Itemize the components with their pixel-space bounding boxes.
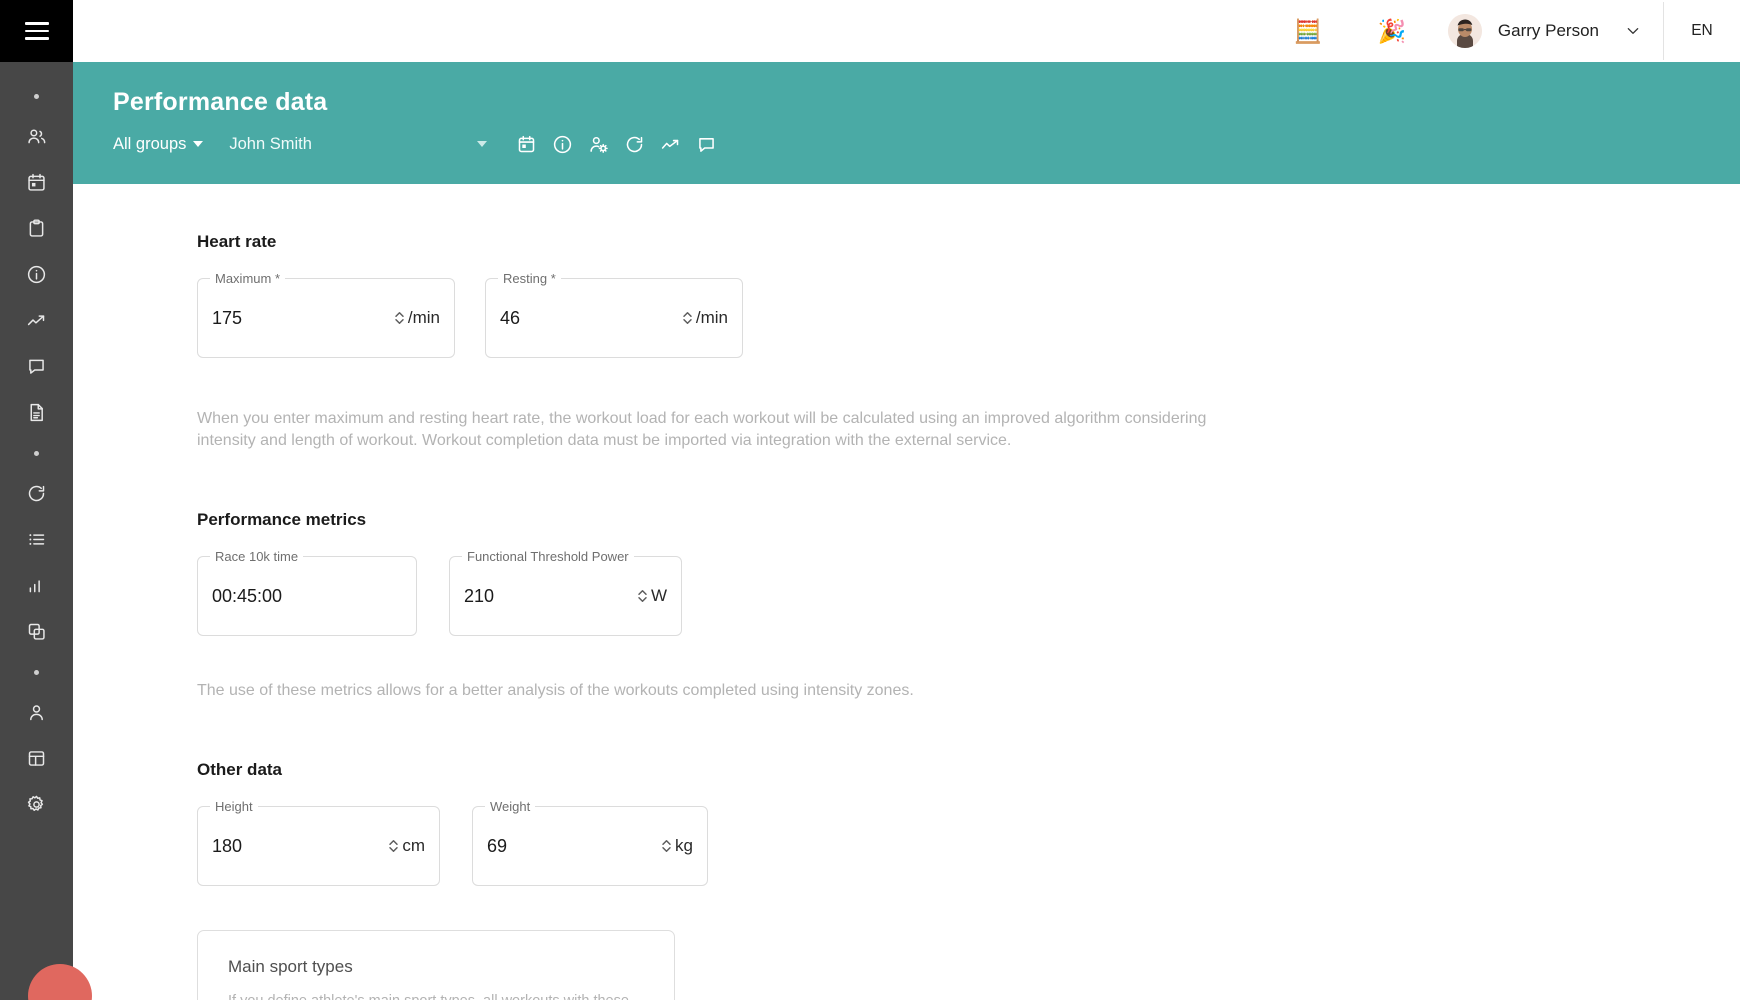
trend-line-icon[interactable] [653,128,689,160]
other-data-fields: Height 180 cm Weight 69 kg [197,799,1740,887]
heart-rate-help-text: When you enter maximum and resting heart… [197,410,1207,450]
section-title: Other data [197,760,283,780]
stepper-icon[interactable] [393,311,406,325]
card-title: Main sport types [228,957,353,977]
language-selector[interactable]: EN [1664,22,1740,40]
functional-threshold-power-field[interactable]: Functional Threshold Power 210 W [449,549,682,637]
sidebar-item-bar-chart[interactable] [20,568,54,602]
athlete-dropdown-caret-icon[interactable] [476,141,487,147]
sidebar-item-document[interactable] [20,395,54,429]
section-performance-metrics: Performance metrics Race 10k time 00:45:… [197,510,1740,702]
info-circle-icon[interactable] [545,128,581,160]
weight-field[interactable]: Weight 69 kg [472,799,708,887]
group-select[interactable]: All groups [113,134,204,154]
main-column: 🧮 🎉 Garry Person EN Performance data All… [73,0,1740,1000]
form-body: Heart rate Maximum * 175 /min Resting * … [73,184,1740,1000]
race-10k-time-field[interactable]: Race 10k time 00:45:00 [197,549,417,637]
sidebar-item-list[interactable] [20,522,54,556]
section-heart-rate: Heart rate Maximum * 175 /min Resting * … [197,232,1740,452]
field-suffix: /min [681,308,742,328]
field-unit: kg [675,836,693,856]
refresh-icon[interactable] [617,128,653,160]
hamburger-menu-icon[interactable] [24,22,49,40]
sidebar-item-comment[interactable] [20,349,54,383]
chevron-down-icon[interactable] [1625,23,1641,39]
athlete-name[interactable]: John Smith [229,135,312,154]
calendar-icon[interactable] [509,128,545,160]
field-value[interactable]: 46 [486,308,681,329]
sidebar-item-trending-up[interactable] [20,303,54,337]
card-description: If you define athlete's main sport types… [228,991,644,1000]
performance-metrics-fields: Race 10k time 00:45:00 Functional Thresh… [197,549,1740,637]
field-unit: W [650,586,667,606]
field-label: Race 10k time [210,549,304,565]
sidebar-item-layout[interactable] [20,741,54,775]
header-toolbar [509,128,725,160]
top-bar: 🧮 🎉 Garry Person EN [73,0,1740,62]
user-settings-icon[interactable] [581,128,617,160]
sidebar-item-copy[interactable] [20,614,54,648]
field-suffix: /min [393,308,454,328]
field-label: Resting * [498,271,561,286]
calculator-icon[interactable]: 🧮 [1286,9,1330,53]
sidebar-item-clipboard[interactable] [20,211,54,245]
field-value[interactable]: 69 [473,836,660,857]
heart-rate-fields: Maximum * 175 /min Resting * 46 /min [197,271,1740,358]
field-suffix: W [636,586,681,606]
field-unit: /min [407,308,440,327]
party-popper-icon[interactable]: 🎉 [1370,9,1414,53]
sidebar-item-users[interactable] [20,119,54,153]
sidebar-icon-list [0,62,73,827]
sidebar-item-settings[interactable] [20,787,54,821]
field-value[interactable]: 180 [198,836,387,857]
section-title: Performance metrics [197,510,367,530]
field-label: Functional Threshold Power [462,549,634,565]
sidebar-item-refresh[interactable] [20,476,54,510]
page-title: Performance data [113,88,328,116]
group-select-label: All groups [113,134,187,153]
section-other-data: Other data Height 180 cm Weight 69 kg [197,760,1740,887]
sidebar-item-info[interactable] [20,257,54,291]
comment-icon[interactable] [689,128,725,160]
field-label: Maximum * [210,271,286,286]
avatar[interactable] [1447,14,1482,48]
user-name[interactable]: Garry Person [1498,21,1599,41]
stepper-icon[interactable] [681,311,694,325]
stepper-icon[interactable] [387,839,400,853]
field-label: Height [210,799,258,815]
caret-down-icon [193,141,204,147]
app-root: 🧮 🎉 Garry Person EN Performance data All… [0,0,1740,1000]
field-suffix: kg [660,836,707,856]
main-sport-types-card[interactable]: Main sport types If you define athlete's… [197,930,675,1000]
sidebar-menu-button[interactable] [0,0,73,62]
sidebar-group-dot [34,451,39,456]
field-value[interactable]: 00:45:00 [198,586,416,607]
section-title: Heart rate [197,232,277,251]
sidebar-group-dot [34,94,39,99]
page-header: Performance data All groups John Smith [73,62,1740,184]
field-value[interactable]: 175 [198,308,393,329]
field-label: Weight [485,799,536,815]
field-unit: /min [695,308,728,327]
field-unit: cm [402,836,425,856]
page-header-controls: All groups John Smith [113,128,1740,160]
left-sidebar [0,0,92,1000]
stepper-icon[interactable] [660,839,673,853]
performance-metrics-help-text: The use of these metrics allows for a be… [197,682,914,700]
resting-heart-rate-field[interactable]: Resting * 46 /min [485,271,743,358]
height-field[interactable]: Height 180 cm [197,799,440,887]
field-value[interactable]: 210 [450,586,636,607]
stepper-icon[interactable] [636,589,649,603]
sidebar-item-calendar[interactable] [20,165,54,199]
sidebar-item-person[interactable] [20,695,54,729]
field-suffix: cm [387,836,439,856]
max-heart-rate-field[interactable]: Maximum * 175 /min [197,271,455,358]
sidebar-group-dot [34,670,39,675]
